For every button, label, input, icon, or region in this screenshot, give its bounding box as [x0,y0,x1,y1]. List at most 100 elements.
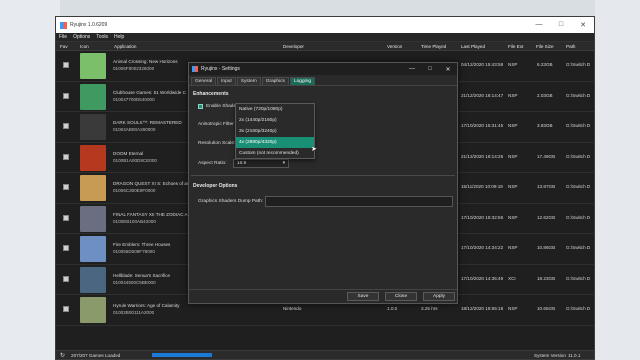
resolution-option-4x[interactable]: 4x (2880p/4320p) [236,137,314,148]
game-title-id: 010044500C5BE000 [113,279,156,285]
game-file-ext: NSP [508,153,518,159]
game-name: Clubhouse Games: 51 Worldwide C [113,89,186,95]
game-name: Fire Emblem: Three Houses [113,242,171,247]
col-last-played[interactable]: Last Played [461,44,485,49]
game-name: FINAL FANTASY XII THE ZODIAC A [113,211,188,217]
resolution-scale-label: Resolution Scale: [198,141,236,146]
col-fav[interactable]: Fav [60,44,68,49]
game-file-size: 2.03GB [537,92,553,98]
resolution-option-custom[interactable]: Custom (not recommended) [236,148,314,159]
tab-input[interactable]: Input [217,77,236,85]
section-divider [191,175,455,176]
game-name: DARK SOULS™: REMASTERED [113,120,182,125]
game-file-ext: NSP [508,92,518,98]
settings-titlebar: Ryujinx - Settings — □ ✕ [189,63,457,75]
minimize-icon[interactable]: — [403,66,421,73]
aspect-ratio-value: 16:9 [237,161,247,166]
desktop-background-right [595,0,640,360]
anisotropic-filter-label: Anisotropic Filter [198,122,234,127]
shader-dump-path-label: Graphics Shaders Dump Path: [198,199,264,204]
favorite-checkbox[interactable] [63,62,69,68]
ryujinx-logo-icon [60,21,67,29]
game-title-id: 01004AB00A260000 [113,127,156,132]
col-file-ext[interactable]: File Ext [508,44,523,49]
game-file-size: 10.86GB [537,245,556,250]
minimize-icon[interactable]: — [528,21,550,29]
game-path: G:\Switch D [566,62,591,67]
game-file-ext: XCI [508,275,516,281]
refresh-icon[interactable]: ↻ [60,352,65,359]
aspect-ratio-label: Aspect Ratio: [198,161,227,166]
tab-system[interactable]: System [236,77,261,85]
favorite-checkbox[interactable] [63,184,69,190]
game-name: Hyrule Warriors: Age of Calamity [113,303,180,308]
menubar: File Options Tools Help [56,33,594,42]
save-button[interactable]: Save [347,292,379,301]
statusbar: ↻ 207/207 Games Loaded System Version 11… [56,350,594,359]
game-icon [80,114,106,140]
window-title: Ryujinx 1.0.6209 [70,22,108,28]
settings-footer: Save Close Apply [189,289,457,303]
settings-dialog: Ryujinx - Settings — □ ✕ General Input S… [188,62,458,304]
tab-general[interactable]: General [191,77,217,85]
game-title-id: 0100EB100AB42000 [113,218,156,224]
game-path: G:\Switch D [566,214,591,220]
game-last-played: 18/12/2020 18:55:18 [461,306,504,311]
favorite-checkbox[interactable] [63,245,69,251]
favorite-checkbox[interactable] [63,306,69,312]
menu-options[interactable]: Options [73,34,90,40]
desktop-background-left [0,0,60,360]
col-time-played[interactable]: Time Played [421,44,446,49]
game-name: Hellblade: Senua's Sacrifice [113,272,171,278]
tab-graphics[interactable]: Graphics [261,77,289,85]
game-list-header: Fav Icon Application Developer Version T… [56,42,594,51]
game-last-played: 21/12/2020 18:14:47 [461,92,504,98]
tab-logging[interactable]: Logging [289,77,316,85]
menu-tools[interactable]: Tools [96,34,108,40]
settings-tabs: General Input System Graphics Logging [189,77,457,86]
menu-file[interactable]: File [59,34,67,40]
maximize-icon[interactable]: □ [421,66,439,73]
aspect-ratio-select[interactable]: 16:9 ▾ [233,159,289,168]
favorite-checkbox[interactable] [63,153,69,160]
load-progress-bar [152,353,212,357]
game-path: G:\Switch D [566,184,591,189]
resolution-option-3x[interactable]: 3x (2160p/3240p) [236,126,314,137]
game-version: 1.0.0 [387,306,398,311]
favorite-checkbox[interactable] [63,275,69,282]
favorite-checkbox[interactable] [63,123,69,129]
game-icon [80,205,106,232]
apply-button[interactable]: Apply [423,292,455,301]
close-icon[interactable]: ✕ [439,66,457,73]
game-last-played: 21/12/2020 18:14:25 [461,153,504,159]
resolution-option-native[interactable]: Native (720p/1080p) [236,104,314,115]
shader-dump-path-input[interactable] [265,196,453,207]
maximize-icon[interactable]: □ [550,21,572,29]
enable-shader-cache-checkbox[interactable] [198,104,203,109]
favorite-checkbox[interactable] [63,92,69,99]
settings-title: Ryujinx - Settings [201,66,240,72]
game-title-id: 010055D009F78000 [113,249,155,254]
game-title-id: 01002B00111A2000 [113,310,155,315]
resolution-scale-dropdown[interactable]: Native (720p/1080p) 2x (1440p/2160p) 3x … [235,103,315,159]
col-version[interactable]: Version [387,44,402,49]
favorite-checkbox[interactable] [63,214,69,221]
resolution-option-2x[interactable]: 2x (1440p/2160p) [236,115,314,126]
chevron-down-icon: ▾ [282,161,285,166]
game-file-size: 17.49GB [537,153,556,159]
col-application[interactable]: Application [114,44,136,49]
system-version-label: System Version [534,353,566,358]
game-file-size: 10.65GB [537,306,556,311]
main-titlebar: Ryujinx 1.0.6209 — □ ✕ [56,17,594,33]
menu-help[interactable]: Help [114,34,124,40]
close-button[interactable]: Close [385,292,417,301]
game-file-size: 6.23GB [537,62,553,67]
game-path: G:\Switch D [566,123,591,128]
col-path[interactable]: Path [566,44,575,49]
col-file-size[interactable]: File Size [536,44,554,49]
game-time-played: 3.25 hrs [421,306,438,311]
game-file-ext: NSP [508,245,518,250]
close-icon[interactable]: ✕ [572,21,594,29]
col-developer[interactable]: Developer [283,44,304,49]
col-icon[interactable]: Icon [80,44,89,49]
